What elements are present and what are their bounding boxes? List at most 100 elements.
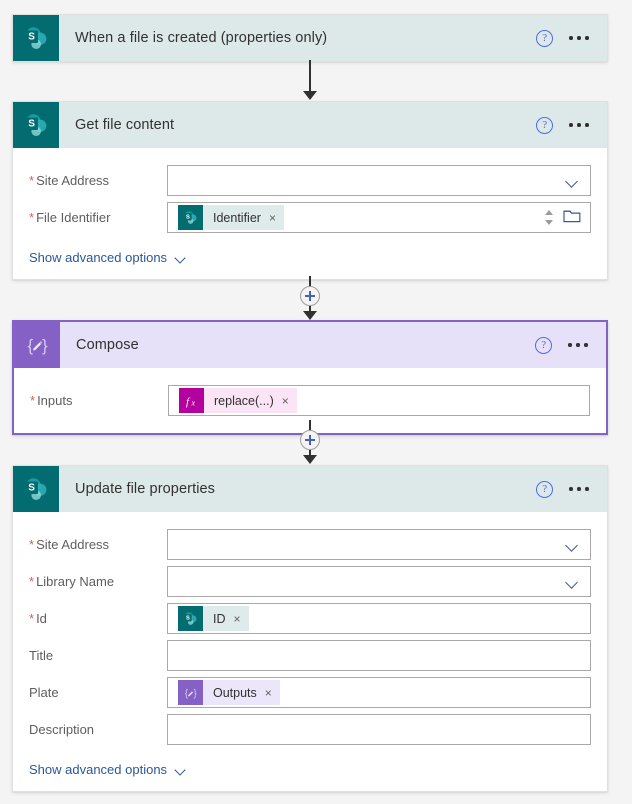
more-commands-icon[interactable] — [566, 339, 590, 351]
card-header-actions: ? — [536, 29, 607, 47]
token-chip[interactable]: f x replace(...) × — [179, 388, 297, 413]
field-row-inputs: * Inputs f x replace(...) × — [30, 382, 590, 419]
advanced-options-label: Show advanced options — [29, 762, 168, 777]
stepper-down-icon[interactable] — [545, 220, 553, 225]
svg-text:S: S — [186, 214, 190, 220]
field-label-text: Id — [36, 611, 47, 626]
svg-text:S: S — [186, 615, 190, 621]
sharepoint-icon: S — [13, 466, 59, 512]
flow-card-compose[interactable]: { } Compose ? * Inputs f x replace(...) … — [12, 320, 608, 435]
field-label-text: File Identifier — [36, 210, 111, 225]
field-label-text: Site Address — [36, 537, 110, 552]
token-chip[interactable]: S ID × — [178, 606, 249, 631]
svg-text:{: { — [28, 336, 34, 355]
card-header[interactable]: { } Compose ? — [14, 322, 606, 368]
card-header[interactable]: S When a file is created (properties onl… — [13, 15, 607, 61]
connector-line — [309, 276, 311, 286]
show-advanced-options-link-update[interactable]: Show advanced options — [29, 762, 187, 777]
flow-card-trigger[interactable]: S When a file is created (properties onl… — [12, 14, 608, 62]
add-step-button[interactable] — [300, 430, 320, 450]
card-title: Compose — [76, 337, 139, 353]
card-header[interactable]: S Update file properties ? — [13, 466, 607, 512]
remove-token-icon[interactable]: × — [234, 613, 241, 625]
help-icon[interactable]: ? — [536, 29, 554, 47]
chevron-down-icon[interactable] — [567, 177, 579, 184]
field-row-file-identifier: * File Identifier S Identifier × — [29, 199, 591, 236]
more-commands-icon[interactable] — [567, 119, 591, 131]
field-label-text: Site Address — [36, 173, 110, 188]
connector-line — [309, 420, 311, 430]
connector-compose-to-update — [297, 420, 323, 466]
card-header-actions: ? — [536, 480, 607, 498]
token-body: ID × — [203, 606, 249, 631]
svg-text:}: } — [194, 688, 198, 699]
token-chip[interactable]: S Identifier × — [178, 205, 284, 230]
field-row-description: Description — [29, 711, 591, 748]
token-label: Outputs — [213, 685, 257, 700]
identifier-picker-controls — [545, 208, 590, 228]
field-label-text: Library Name — [36, 574, 115, 589]
field-row-site-address: * Site Address — [29, 526, 591, 563]
card-title: When a file is created (properties only) — [75, 30, 328, 46]
description-input[interactable] — [167, 714, 591, 745]
flow-card-get-file-content[interactable]: S Get file content ? * Site Address * Fi… — [12, 101, 608, 280]
field-label-text: Inputs — [37, 393, 73, 408]
help-icon[interactable]: ? — [536, 480, 554, 498]
library-name-input[interactable] — [167, 566, 591, 597]
show-advanced-options-link-getfile[interactable]: Show advanced options — [29, 250, 187, 265]
site-address-input[interactable] — [167, 165, 591, 196]
help-icon[interactable]: ? — [536, 116, 554, 134]
stepper-up-icon[interactable] — [545, 210, 553, 215]
token-label: replace(...) — [214, 393, 274, 408]
remove-token-icon[interactable]: × — [265, 687, 272, 699]
remove-token-icon[interactable]: × — [282, 395, 289, 407]
token-label: Identifier — [213, 210, 261, 225]
field-label-text: Description — [29, 722, 95, 737]
required-asterisk: * — [30, 393, 36, 408]
arrow-head-icon — [303, 311, 317, 320]
inputs-field[interactable]: f x replace(...) × — [168, 385, 590, 416]
required-asterisk: * — [29, 210, 35, 225]
card-header[interactable]: S Get file content ? — [13, 102, 607, 148]
flow-card-update-file-properties[interactable]: S Update file properties ? * Site Addres… — [12, 465, 608, 792]
required-asterisk: * — [29, 173, 35, 188]
chevron-down-icon[interactable] — [567, 578, 579, 585]
token-chip[interactable]: { } Outputs × — [178, 680, 280, 705]
svg-text:S: S — [28, 483, 35, 494]
card-title: Get file content — [75, 117, 175, 133]
field-row-title: Title — [29, 637, 591, 674]
card-body: * Site Address * File Identifier S Ident… — [13, 148, 607, 279]
title-input[interactable] — [167, 640, 591, 671]
required-asterisk: * — [29, 574, 35, 589]
sharepoint-icon: S — [13, 15, 59, 61]
more-commands-icon[interactable] — [567, 483, 591, 495]
chevron-down-icon — [176, 766, 187, 774]
field-label: Plate — [29, 685, 167, 700]
token-label: ID — [213, 611, 226, 626]
field-label: * Library Name — [29, 574, 167, 589]
field-label: * Site Address — [29, 537, 167, 552]
arrow-head-icon — [303, 91, 317, 100]
card-header-actions: ? — [536, 116, 607, 134]
remove-token-icon[interactable]: × — [269, 212, 276, 224]
chevron-down-icon[interactable] — [567, 541, 579, 548]
sharepoint-icon: S — [178, 606, 203, 631]
field-label: * Inputs — [30, 393, 168, 408]
stepper-icon[interactable] — [545, 210, 553, 225]
id-input[interactable]: S ID × — [167, 603, 591, 634]
field-label: Description — [29, 722, 167, 737]
folder-picker-icon[interactable] — [563, 208, 581, 228]
field-row-id: * Id S ID × — [29, 600, 591, 637]
plate-input[interactable]: { } Outputs × — [167, 677, 591, 708]
flow-designer-canvas: S When a file is created (properties onl… — [0, 0, 632, 804]
arrow-head-icon — [303, 455, 317, 464]
sharepoint-icon: S — [13, 102, 59, 148]
site-address-input[interactable] — [167, 529, 591, 560]
help-icon[interactable]: ? — [535, 336, 553, 354]
connector-getfile-to-compose — [297, 276, 323, 322]
required-asterisk: * — [29, 537, 35, 552]
add-step-button[interactable] — [300, 286, 320, 306]
card-body: * Site Address * Library Name * Id S ID … — [13, 512, 607, 791]
more-commands-icon[interactable] — [567, 32, 591, 44]
file-identifier-input[interactable]: S Identifier × — [167, 202, 591, 233]
